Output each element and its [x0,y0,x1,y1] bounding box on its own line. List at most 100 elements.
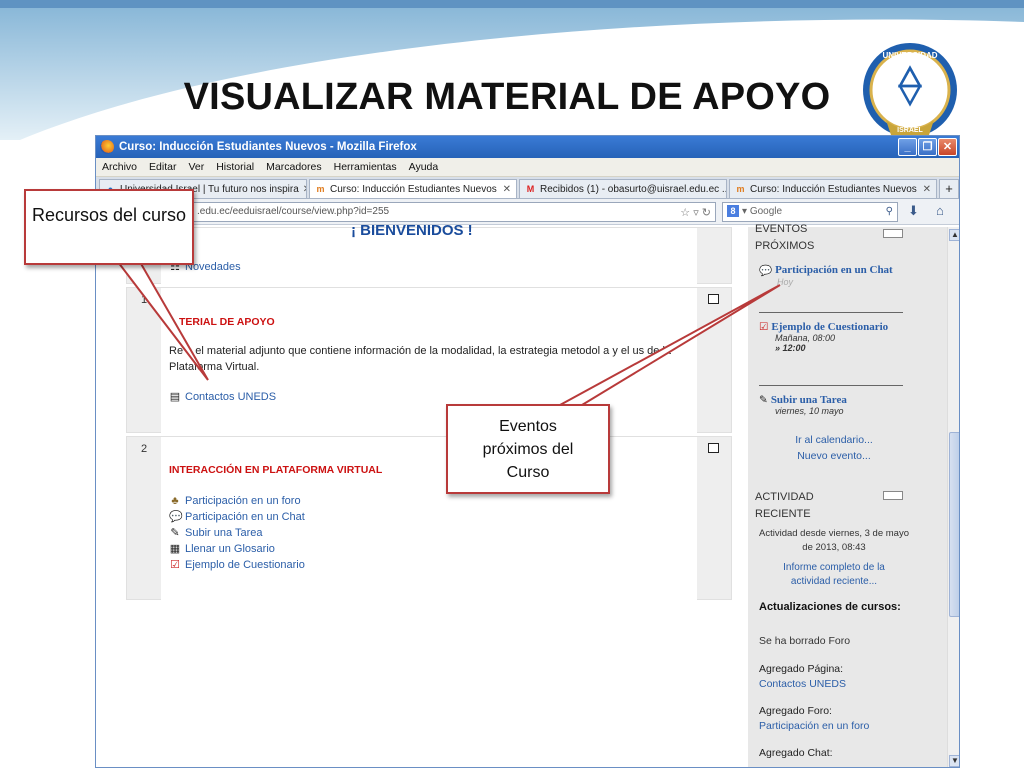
menu-marcadores[interactable]: Marcadores [266,161,321,173]
window-title: Curso: Inducción Estudiantes Nuevos - Mo… [119,141,417,153]
block-collapse-icon[interactable] [883,229,903,238]
resource-contactos-uneds[interactable]: ▤ Contactos UNEDS [169,389,276,405]
activity-report-link[interactable]: Informe completo de la actividad recient… [765,561,903,589]
event-date: Mañana, 08:00 [775,333,836,343]
tab-curso-active[interactable]: m Curso: Inducción Estudiantes Nuevos ✕ [309,179,517,198]
scroll-down-icon[interactable]: ▼ [949,755,959,767]
events-links: Ir al calendario... Nuevo evento... [755,432,913,464]
search-engine-caret-icon: ▾ [742,206,750,217]
moodle-icon: m [316,183,325,194]
chat-bubble-icon: 💬 [759,265,773,277]
page-scrollbar[interactable]: ▲ ▼ [947,227,959,767]
events-title-line2: PRÓXIMOS [755,240,815,252]
activity-block-title: ACTIVIDAD RECIENTE [755,489,814,523]
events-divider [759,385,903,386]
resource-assignment[interactable]: ✎ Subir una Tarea [169,525,305,541]
event-title: Subir una Tarea [770,394,847,406]
window-titlebar: Curso: Inducción Estudiantes Nuevos - Mo… [96,136,959,158]
section-heading-interaccion: INTERACCIÓN EN PLATAFORMA VIRTUAL [169,464,383,476]
tab-curso-2[interactable]: m Curso: Inducción Estudiantes Nuevos ✕ [729,179,937,198]
menu-ver[interactable]: Ver [188,161,204,173]
resource-label: Ejemplo de Cuestionario [185,559,305,571]
block-collapse-icon[interactable] [883,491,903,500]
section-number: 2 [141,443,148,455]
updates-title: Actualizaciones de cursos: [759,601,901,613]
maximize-button[interactable]: ❐ [918,138,937,156]
new-tab-button[interactable]: + [939,179,959,198]
section-1-right [697,288,731,432]
event-chat[interactable]: 💬 Participación en un Chat Hoy [759,264,907,287]
update-deleted-forum: Se ha borrado Foro [759,635,851,647]
page-icon: ▤ [169,391,181,403]
resource-label: Participación en un Chat [185,511,305,523]
activity-since: Actividad desde viernes, 3 de mayo de 20… [759,528,909,553]
assignment-icon: ✎ [759,394,768,406]
close-tab-icon[interactable]: ✕ [299,184,306,195]
highlight-checkbox[interactable] [708,443,719,453]
resource-list: ♣ Participación en un foro 💬 Participación… [169,493,305,573]
assignment-icon: ✎ [170,527,180,539]
close-tab-icon[interactable]: ✕ [499,184,511,195]
welcome-heading: ¡ BIENVENIDOS ! [351,222,473,239]
section-0-body: ¡ BIENVENIDOS ! ☷ Novedades [161,222,697,285]
update-chat: Agregado Chat: [759,747,833,759]
download-icon[interactable]: ⬇ [908,203,919,219]
menu-archivo[interactable]: Archivo [102,161,137,173]
callout-events: Eventos próximos del Curso [446,404,610,494]
course-main-column: ¡ BIENVENIDOS ! ☷ Novedades 1 TERIAL DE … [96,222,748,767]
resource-quiz[interactable]: ☑ Ejemplo de Cuestionario [169,557,305,573]
section-number: 1 [141,294,148,306]
menu-ayuda[interactable]: Ayuda [409,161,439,173]
scroll-thumb[interactable] [949,432,959,617]
tab-bar: ● Universidad Israel | Tu futuro nos ins… [96,177,959,199]
highlight-checkbox[interactable] [708,294,719,304]
menu-editar[interactable]: Editar [149,161,176,173]
calendar-link[interactable]: Ir al calendario... [755,432,913,448]
menu-herramientas[interactable]: Herramientas [334,161,397,173]
search-input[interactable]: 8 ▾ Google ⚲ [722,202,898,222]
close-tab-icon[interactable]: ✕ [919,184,931,195]
resource-glossary[interactable]: ▦ Llenar un Glosario [169,541,305,557]
minimize-button[interactable]: _ [898,138,917,156]
url-text: .edu.ec/eeduisrael/course/view.php?id=25… [197,206,390,217]
home-icon[interactable]: ⌂ [936,203,944,218]
tab-label: Recibidos (1) - obasurto@uisrael.edu.ec … [540,183,727,195]
course-section-1: 1 TERIAL DE APOYO Re e el material adjun… [126,287,732,434]
tab-gmail[interactable]: M Recibidos (1) - obasurto@uisrael.edu.e… [519,179,727,198]
resource-chat[interactable]: 💬 Participación en un Chat [169,509,305,525]
tab-label: Curso: Inducción Estudiantes Nuevos [330,183,497,195]
gmail-icon: M [526,183,535,194]
event-assignment[interactable]: ✎ Subir una Tarea viernes, 10 mayo [759,394,907,416]
events-divider [759,312,903,313]
resource-forum[interactable]: ♣ Participación en un foro [169,493,305,509]
menu-historial[interactable]: Historial [216,161,254,173]
google-icon: 8 [727,205,739,217]
events-title-line1: EVENTOS [755,223,808,235]
section-2-body: INTERACCIÓN EN PLATAFORMA VIRTUAL ♣ Parti… [161,437,697,601]
close-window-button[interactable]: ✕ [938,138,957,156]
moodle-icon: m [736,183,745,194]
search-icon[interactable]: ⚲ [886,203,893,221]
update-page: Agregado Página: Contactos UNEDS [759,662,846,692]
activity-title-line1: ACTIVIDAD [755,491,814,503]
scroll-up-icon[interactable]: ▲ [949,229,959,241]
event-quiz[interactable]: ☑ Ejemplo de Cuestionario Mañana, 08:00 »… [759,321,907,353]
update-link[interactable]: Contactos UNEDS [759,677,846,692]
update-link[interactable]: Participación en un foro [759,719,869,734]
callout-events-text: Eventos próximos del Curso [482,418,574,481]
right-sidebar: EVENTOS PRÓXIMOS 💬 Participación en un Cha… [748,223,947,767]
seal-text-bottom: ISRAEL [897,127,923,134]
event-title: Participación en un Chat [775,264,893,276]
navigation-bar: .edu.ec/eeduisrael/course/view.php?id=25… [96,199,959,225]
resource-label: Subir una Tarea [185,527,263,539]
bookmark-star-icon[interactable]: ☆ ▿ ↻ [680,204,711,222]
update-label: Agregado Página: [759,663,844,675]
new-event-link[interactable]: Nuevo evento... [755,448,913,464]
resource-label: Contactos UNEDS [185,391,277,403]
course-page: ¡ BIENVENIDOS ! ☷ Novedades 1 TERIAL DE … [96,222,959,767]
search-placeholder: Google [749,206,783,217]
update-forum: Agregado Foro: Participación en un foro [759,704,869,734]
forum-icon: ♣ [171,495,179,507]
section-heading-material: TERIAL DE APOYO [179,316,275,328]
resource-label: Participación en un foro [185,495,301,507]
